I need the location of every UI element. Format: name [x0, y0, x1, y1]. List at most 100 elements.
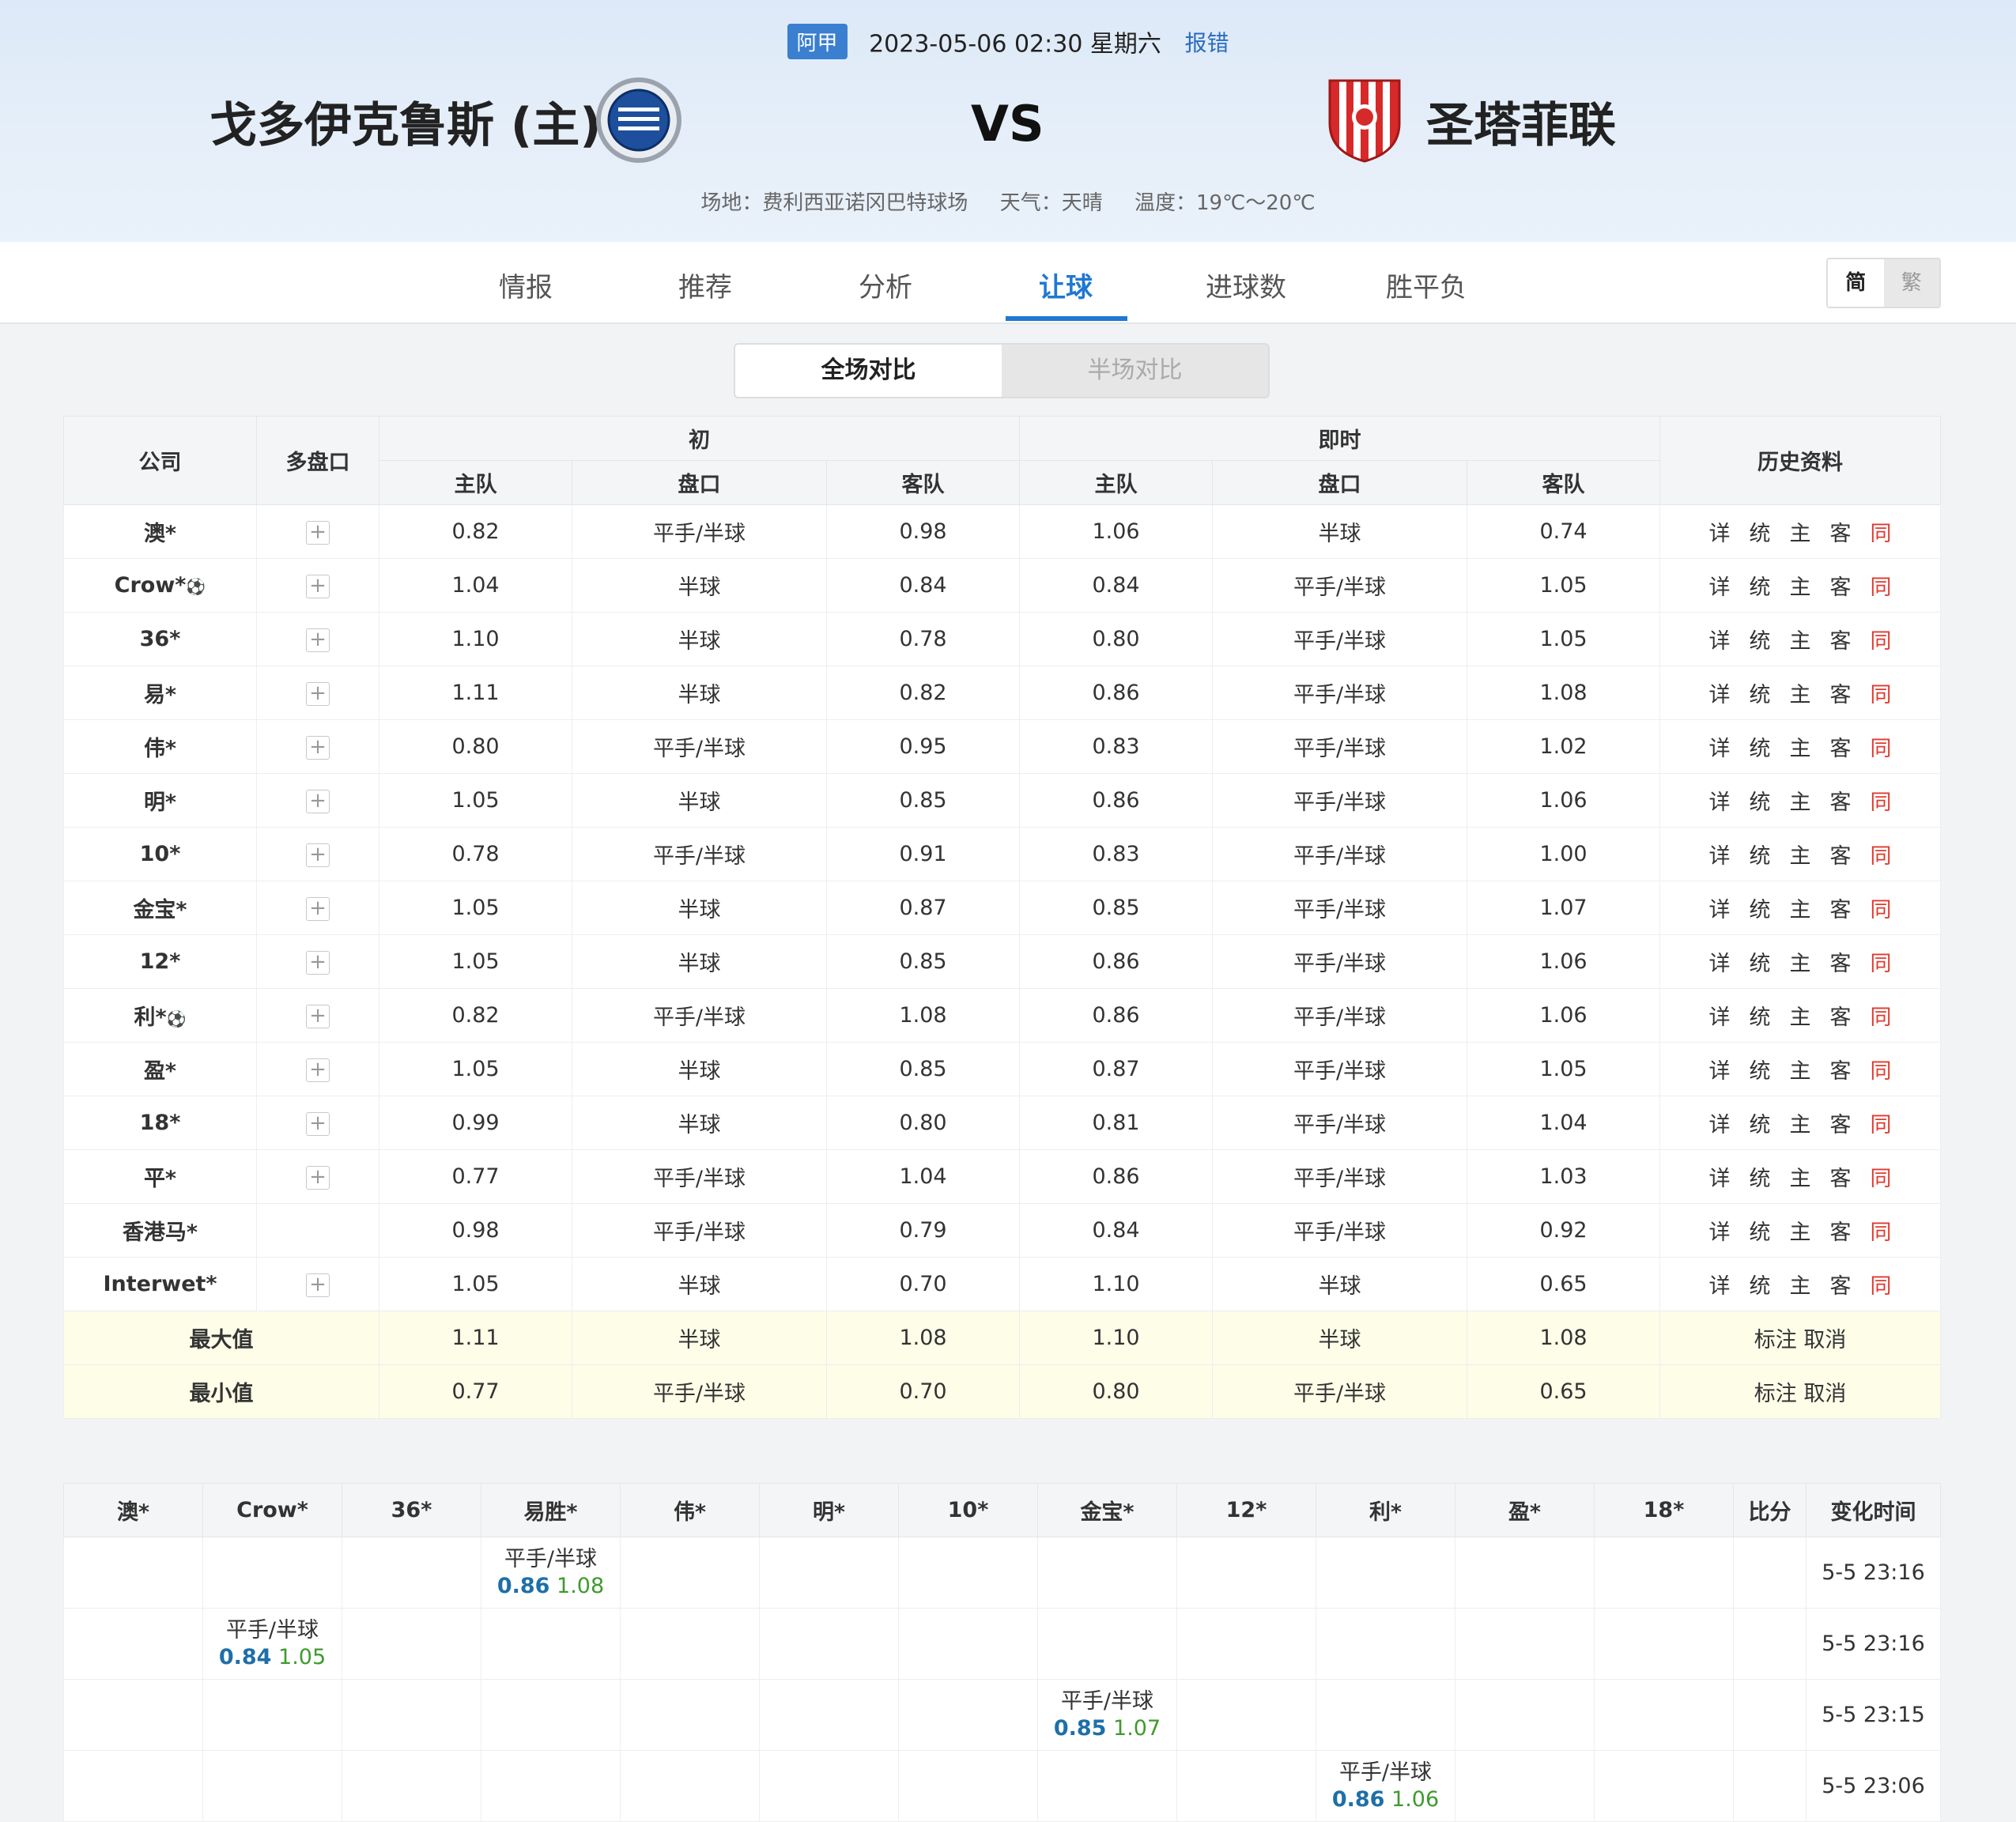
expand-plus-icon[interactable]: + [306, 1273, 330, 1297]
company-name[interactable]: Crow*⚽ [63, 558, 257, 613]
expand-plus-icon[interactable]: + [306, 1004, 330, 1028]
company-name[interactable]: 香港马* [63, 1203, 257, 1258]
history-link[interactable]: 主 [1790, 785, 1811, 816]
history-link[interactable]: 客 [1830, 1107, 1852, 1138]
company-name[interactable]: 利*⚽ [63, 988, 257, 1043]
history-link[interactable]: 同 [1871, 516, 1892, 547]
history-link[interactable]: 统 [1750, 677, 1771, 708]
history-link[interactable]: 统 [1750, 1107, 1771, 1138]
history-link[interactable]: 主 [1790, 1054, 1811, 1085]
company-name[interactable]: 澳* [63, 504, 257, 559]
history-link[interactable]: 主 [1790, 516, 1811, 547]
company-name[interactable]: 12* [63, 934, 257, 989]
half-match-compare-button[interactable]: 半场对比 [1002, 345, 1268, 397]
tab-goals[interactable]: 进球数 [1187, 266, 1305, 304]
history-link[interactable]: 同 [1871, 677, 1892, 708]
expand-plus-icon[interactable]: + [306, 789, 330, 813]
expand-plus-icon[interactable]: + [306, 1058, 330, 1082]
history-link[interactable]: 同 [1871, 624, 1892, 654]
company-name[interactable]: 明* [63, 773, 257, 828]
tab-recommend[interactable]: 推荐 [646, 266, 764, 304]
history-link[interactable]: 统 [1750, 1269, 1771, 1300]
history-link[interactable]: 客 [1830, 1000, 1852, 1031]
expand-plus-icon[interactable]: + [306, 950, 330, 975]
expand-plus-icon[interactable]: + [306, 628, 330, 652]
history-link[interactable]: 统 [1750, 839, 1771, 870]
expand-plus-icon[interactable]: + [306, 1165, 330, 1190]
history-link[interactable]: 详 [1709, 516, 1731, 547]
company-name[interactable]: 易* [63, 666, 257, 720]
history-link[interactable]: 主 [1790, 1215, 1811, 1246]
history-link[interactable]: 客 [1830, 1269, 1852, 1300]
history-link[interactable]: 统 [1750, 1161, 1771, 1192]
history-link[interactable]: 同 [1871, 1054, 1892, 1085]
history-link[interactable]: 同 [1871, 1269, 1892, 1300]
history-link[interactable]: 客 [1830, 624, 1852, 654]
company-name[interactable]: 10* [63, 827, 257, 881]
report-error-link[interactable]: 报错 [1184, 30, 1229, 56]
history-link[interactable]: 详 [1709, 839, 1731, 870]
history-link[interactable]: 详 [1709, 1269, 1731, 1300]
history-link[interactable]: 主 [1790, 624, 1811, 654]
company-name[interactable]: 盈* [63, 1042, 257, 1096]
history-link[interactable]: 客 [1830, 731, 1852, 762]
history-link[interactable]: 详 [1709, 731, 1731, 762]
expand-plus-icon[interactable]: + [306, 520, 330, 545]
history-link[interactable]: 详 [1709, 1215, 1731, 1246]
tab-1x2[interactable]: 胜平负 [1367, 266, 1486, 304]
expand-plus-icon[interactable]: + [306, 843, 330, 867]
history-link[interactable]: 详 [1709, 785, 1731, 816]
history-link[interactable]: 主 [1790, 839, 1811, 870]
company-name[interactable]: 金宝* [63, 881, 257, 935]
history-link[interactable]: 详 [1709, 624, 1731, 654]
history-link[interactable]: 同 [1871, 1000, 1892, 1031]
history-link[interactable]: 同 [1871, 1161, 1892, 1192]
history-link[interactable]: 客 [1830, 1054, 1852, 1085]
tab-intel[interactable]: 情报 [466, 266, 585, 304]
company-name[interactable]: Interwet* [63, 1257, 257, 1311]
history-link[interactable]: 统 [1750, 624, 1771, 654]
company-name[interactable]: 伟* [63, 719, 257, 774]
history-link[interactable]: 统 [1750, 1000, 1771, 1031]
history-link[interactable]: 同 [1871, 1215, 1892, 1246]
history-link[interactable]: 统 [1750, 731, 1771, 762]
lang-traditional-button[interactable]: 繁 [1883, 259, 1939, 307]
history-link[interactable]: 主 [1790, 1161, 1811, 1192]
history-link[interactable]: 客 [1830, 1215, 1852, 1246]
tab-analysis[interactable]: 分析 [826, 266, 945, 304]
history-link[interactable]: 主 [1790, 946, 1811, 977]
history-link[interactable]: 详 [1709, 946, 1731, 977]
history-link[interactable]: 统 [1750, 946, 1771, 977]
history-link[interactable]: 同 [1871, 570, 1892, 601]
history-link[interactable]: 客 [1830, 677, 1852, 708]
history-link[interactable]: 主 [1790, 1000, 1811, 1031]
history-link[interactable]: 统 [1750, 570, 1771, 601]
expand-plus-icon[interactable]: + [306, 574, 330, 598]
history-link[interactable]: 主 [1790, 731, 1811, 762]
history-link[interactable]: 详 [1709, 1161, 1731, 1192]
company-name[interactable]: 平* [63, 1149, 257, 1204]
expand-plus-icon[interactable]: + [306, 681, 330, 706]
history-link[interactable]: 主 [1790, 1269, 1811, 1300]
history-link[interactable]: 统 [1750, 785, 1771, 816]
mark-cancel-actions[interactable]: 标注 取消 [1659, 1311, 1942, 1365]
expand-plus-icon[interactable]: + [306, 1111, 330, 1136]
history-link[interactable]: 详 [1709, 1000, 1731, 1031]
history-link[interactable]: 主 [1790, 570, 1811, 601]
home-team-name[interactable]: 戈多伊克鲁斯 (主) [210, 87, 602, 156]
away-team-name[interactable]: 圣塔菲联 [1426, 87, 1616, 156]
lang-simplified-button[interactable]: 简 [1828, 259, 1884, 307]
history-link[interactable]: 客 [1830, 570, 1852, 601]
tab-handicap[interactable]: 让球 [1006, 266, 1125, 304]
history-link[interactable]: 同 [1871, 731, 1892, 762]
history-link[interactable]: 同 [1871, 785, 1892, 816]
history-link[interactable]: 详 [1709, 570, 1731, 601]
history-link[interactable]: 客 [1830, 1161, 1852, 1192]
history-link[interactable]: 客 [1830, 516, 1852, 547]
history-link[interactable]: 同 [1871, 1107, 1892, 1138]
company-name[interactable]: 36* [63, 612, 257, 666]
history-link[interactable]: 详 [1709, 1107, 1731, 1138]
history-link[interactable]: 客 [1830, 946, 1852, 977]
history-link[interactable]: 详 [1709, 1054, 1731, 1085]
history-link[interactable]: 同 [1871, 946, 1892, 977]
